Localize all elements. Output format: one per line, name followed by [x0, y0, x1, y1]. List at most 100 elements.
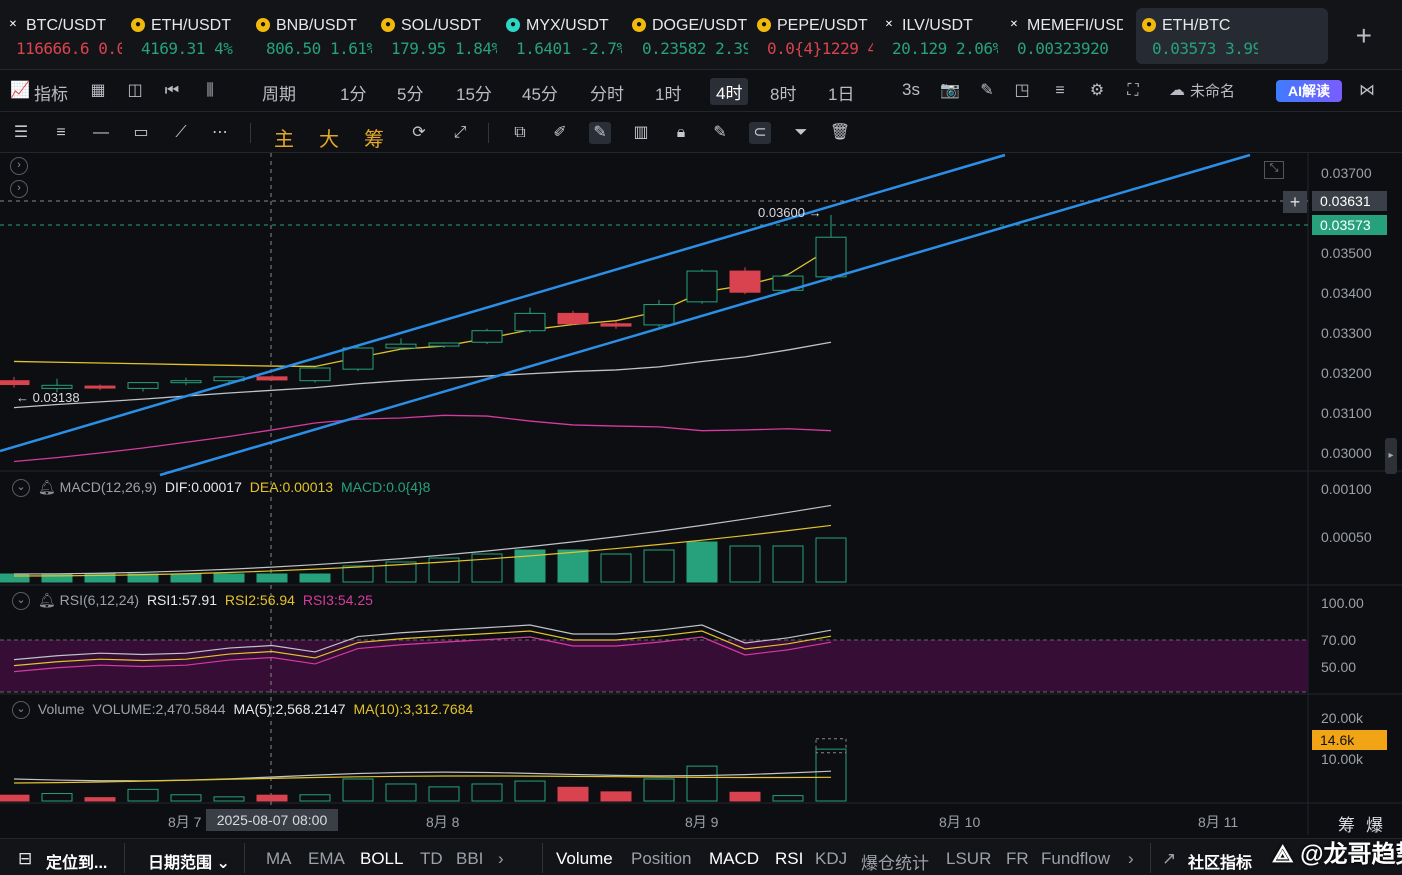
layout-icon[interactable]: ◫ [125, 81, 145, 101]
share-icon[interactable]: ⋈ [1357, 81, 1377, 101]
list-icon[interactable]: ≡ [1050, 81, 1070, 101]
ticker-ilv-usdt[interactable]: ✕ ILV/USDT 20.129 2.06% [876, 8, 998, 64]
indicator-ema[interactable]: EMA [308, 849, 345, 869]
add-ticker-icon[interactable]: + [1356, 20, 1372, 52]
sub-lsur[interactable]: LSUR [946, 849, 991, 869]
chevron-right-icon[interactable]: › [498, 849, 504, 869]
replay-icon[interactable]: ⏮ [162, 81, 182, 101]
ticker-sol-usdt[interactable]: ● SOL/USDT 179.95 1.84% [375, 8, 497, 64]
more-icon[interactable]: ⋯ [209, 122, 231, 144]
layout-name-dropdown[interactable]: 未命名 [1190, 80, 1235, 101]
menu-icon[interactable]: ☰ [10, 122, 32, 144]
ai-interpret-button[interactable]: AI解读 [1276, 80, 1342, 102]
sync-icon[interactable]: ⟳ [408, 122, 430, 144]
measure-icon[interactable]: ⤢ [449, 122, 471, 144]
filter-icon[interactable]: ⏷ [790, 122, 812, 144]
price-tick: 0.03300 [1321, 325, 1372, 341]
locate-button[interactable]: 定位到... [46, 849, 107, 873]
candle-body [643, 304, 675, 326]
indicator-bbi[interactable]: BBI [456, 849, 483, 869]
ticker-btc-usdt[interactable]: ✕ BTC/USDT 116666.6 0.0 [0, 8, 122, 64]
collapse-icon[interactable]: › [10, 180, 28, 198]
trend-line-icon[interactable]: ⟋ [170, 122, 192, 144]
sub-macd[interactable]: MACD [709, 849, 759, 869]
fullscreen-icon[interactable]: ⛶ [1123, 81, 1143, 101]
interval-4[interactable]: 分时 [590, 80, 624, 105]
indicator-boll[interactable]: BOLL [360, 849, 403, 869]
period-dropdown[interactable]: 周期 [262, 80, 296, 105]
interval-5[interactable]: 1时 [655, 80, 681, 105]
note-icon[interactable]: ◳ [1012, 81, 1032, 101]
bell-icon[interactable]: 🔔︎ [38, 479, 56, 495]
external-link-icon[interactable]: ↗ [1162, 849, 1176, 869]
interval-7[interactable]: 8时 [770, 80, 796, 105]
expand-icon[interactable]: ⤡ [1264, 161, 1284, 179]
ticker-eth-usdt[interactable]: ● ETH/USDT 4169.31 4% [125, 8, 247, 64]
collapse-icon[interactable]: › [10, 157, 28, 175]
edit-icon[interactable]: ✎ [709, 122, 731, 144]
camera-icon[interactable]: 📷 [940, 81, 960, 101]
draw-mode-icon[interactable]: ✎ [589, 122, 611, 144]
sub-position[interactable]: Position [631, 849, 691, 869]
sub-fundflow[interactable]: Fundflow [1041, 849, 1110, 869]
interval-9[interactable]: 3s [902, 80, 920, 100]
main-chart-toggle[interactable]: 主 [274, 123, 294, 152]
ticker-doge-usdt[interactable]: ● DOGE/USDT 0.23582 2.39% [626, 8, 748, 64]
macd-bar [170, 573, 202, 583]
coin-icon: ● [757, 18, 771, 32]
interval-2[interactable]: 15分 [456, 80, 492, 105]
interval-0[interactable]: 1分 [340, 80, 366, 105]
trash-icon[interactable]: 🗑︎ [829, 122, 851, 144]
interval-8[interactable]: 1日 [828, 80, 854, 105]
indicator-icon[interactable]: 📈 [10, 81, 30, 101]
bars-icon[interactable]: ▥ [630, 122, 652, 144]
candle-body [256, 376, 288, 381]
collapse-icon[interactable]: ⌄ [12, 701, 30, 720]
volume-bar [643, 778, 675, 802]
settings-icon[interactable]: ⚙ [1087, 81, 1107, 101]
hlines-icon[interactable]: ≡ [50, 122, 72, 144]
chart-area[interactable]: 0.03700 0.03631 0.03573 0.03500 0.03400 … [0, 153, 1402, 835]
ticker-pepe-usdt[interactable]: ● PEPE/USDT 0.0{4}1229 4 [751, 8, 873, 64]
bell-icon[interactable]: 🔔︎ [38, 592, 56, 608]
rectangle-icon[interactable]: ▭ [130, 122, 152, 144]
sub-rsi[interactable]: RSI [775, 849, 803, 869]
price-tick: 0.03100 [1321, 405, 1372, 421]
magnet-icon[interactable]: ⊂ [749, 122, 771, 144]
ticker-memefi-usdt[interactable]: ✕ MEMEFI/USDT 0.00323920 [1001, 8, 1123, 64]
liquidation-toggle[interactable]: 爆 [1366, 811, 1383, 836]
locate-icon[interactable]: ⊟ [18, 849, 32, 869]
date-range-dropdown[interactable]: 日期范围 ⌄ [148, 849, 230, 873]
sub-volume[interactable]: Volume [556, 849, 613, 869]
big-trade-toggle[interactable]: 大 [319, 123, 339, 152]
chips-toggle[interactable]: 筹 [1338, 811, 1355, 836]
sub-liquidation[interactable]: 爆仓统计 [861, 849, 929, 874]
ticker-eth-btc[interactable]: ● ETH/BTC 0.03573 3.99% [1136, 8, 1328, 64]
chips-toggle[interactable]: 筹 [364, 123, 384, 152]
sub-fr[interactable]: FR [1006, 849, 1029, 869]
cloud-icon[interactable]: ☁ [1167, 81, 1187, 101]
lock-icon[interactable]: 🔒︎ [670, 122, 692, 144]
interval-3[interactable]: 45分 [522, 80, 558, 105]
right-panel-toggle[interactable]: ▸ [1385, 438, 1397, 474]
calendar-icon[interactable]: ▦ [88, 81, 108, 101]
candle-type-icon[interactable]: ⫼ [200, 81, 220, 101]
indicator-ma[interactable]: MA [266, 849, 292, 869]
chevron-right-icon[interactable]: › [1128, 849, 1134, 869]
ticker-bnb-usdt[interactable]: ● BNB/USDT 806.50 1.61% [250, 8, 372, 64]
indicator-td[interactable]: TD [420, 849, 443, 869]
collapse-icon[interactable]: ⌄ [12, 479, 30, 498]
sub-kdj[interactable]: KDJ [815, 849, 847, 869]
crosshair-plus-icon[interactable]: + [1283, 191, 1307, 213]
collapse-icon[interactable]: ⌄ [12, 592, 30, 611]
rsi-tick: 70.00 [1321, 632, 1357, 648]
interval-6[interactable]: 4时 [710, 78, 749, 105]
ruler-icon[interactable]: ✐ [549, 122, 571, 144]
ticker-myx-usdt[interactable]: ● MYX/USDT 1.6401 -2.7% [500, 8, 622, 64]
indicators-button[interactable]: 指标 [34, 80, 68, 105]
community-indicators-button[interactable]: 社区指标 [1188, 849, 1252, 873]
copy-icon[interactable]: ⧉ [509, 122, 531, 144]
horizontal-line-icon[interactable]: — [90, 122, 112, 144]
interval-1[interactable]: 5分 [397, 80, 423, 105]
pencil-icon[interactable]: ✎ [977, 81, 997, 101]
